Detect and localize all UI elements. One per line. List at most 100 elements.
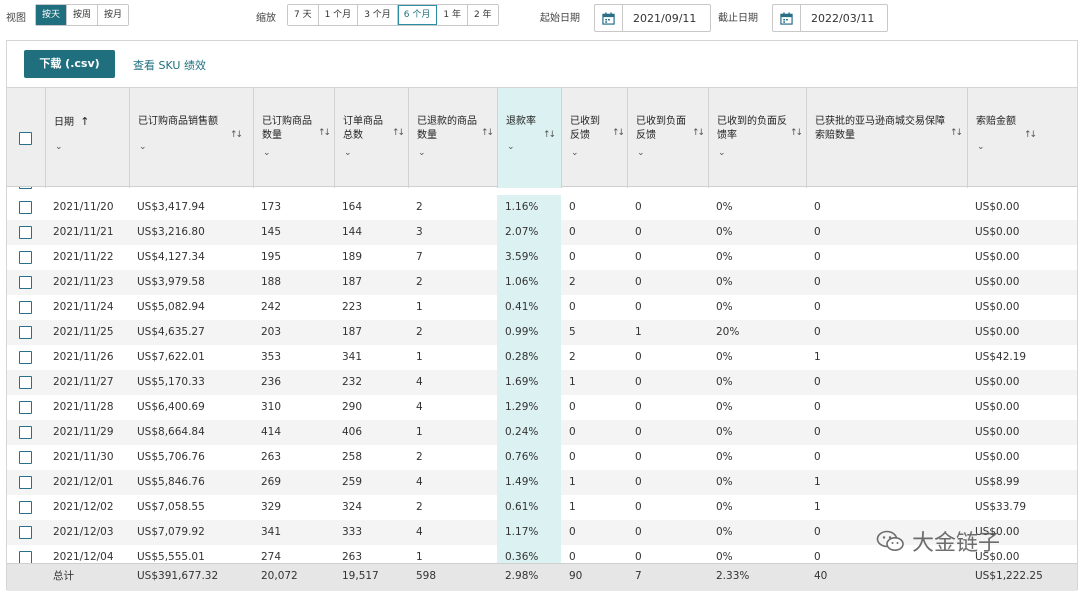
header-claims[interactable]: 已获批的亚马逊商城交易保障索赔数量 ↑↓ — [806, 88, 967, 188]
end-date-field[interactable]: 2022/03/11 — [772, 4, 888, 32]
cell-claims: 1 — [814, 476, 821, 488]
sku-performance-link[interactable]: 查看 SKU 绩效 — [133, 57, 206, 73]
zoom-option-2y[interactable]: 2 年 — [467, 5, 498, 25]
cell-claims: 0 — [814, 326, 821, 338]
row-checkbox[interactable] — [19, 401, 32, 414]
cell-neg-feedback: 0 — [635, 426, 642, 438]
row-checkbox[interactable] — [19, 276, 32, 289]
zoom-option-6m[interactable]: 6 个月 — [397, 5, 438, 25]
row-checkbox[interactable] — [19, 201, 32, 214]
sort-icon[interactable]: ↑↓ — [950, 126, 963, 140]
cell-feedback: 1 — [569, 501, 576, 513]
header-refund-units[interactable]: 已退款的商品数量 ↑↓ ⌄ — [408, 88, 497, 188]
header-sales[interactable]: 已订购商品销售额 ↑↓ ⌄ — [129, 88, 253, 188]
zoom-option-3m[interactable]: 3 个月 — [358, 5, 398, 25]
table-body: 2021/11/20 US$3,417.94 173 164 2 1.16% 0 0 0% 0 US… — [7, 187, 1077, 563]
chevron-down-icon[interactable]: ⌄ — [571, 146, 579, 160]
cell-orders: 232 — [342, 376, 363, 388]
table-row[interactable]: 2021/11/29 US$8,664.84 414 406 1 0.24% 0 0 0% 0 US… — [7, 420, 1077, 445]
chevron-down-icon[interactable]: ⌄ — [139, 140, 147, 154]
table-row[interactable] — [7, 187, 1077, 195]
cell-sales: US$5,082.94 — [137, 301, 205, 313]
header-feedback[interactable]: 已收到反馈 ↑↓ ⌄ — [561, 88, 627, 188]
start-date-field[interactable]: 2021/09/11 — [594, 4, 711, 32]
cell-feedback: 2 — [569, 351, 576, 363]
chevron-down-icon[interactable]: ⌄ — [718, 146, 726, 160]
header-units[interactable]: 已订购商品数量 ↑↓ ⌄ — [253, 88, 334, 188]
table-row[interactable]: 2021/12/01 US$5,846.76 269 259 4 1.49% 1 0 0% 1 US… — [7, 470, 1077, 495]
sort-icon[interactable]: ↑↓ — [1024, 128, 1037, 142]
table-totals-row: 总计 US$391,677.32 20,072 19,517 598 2.98% 90 7 2.… — [7, 563, 1077, 591]
sort-icon[interactable]: ↑↓ — [612, 126, 625, 140]
header-claim-amount[interactable]: 索赔金额 ↑↓ ⌄ — [967, 88, 1077, 188]
row-checkbox[interactable] — [19, 426, 32, 439]
row-checkbox[interactable] — [19, 376, 32, 389]
row-checkbox[interactable] — [19, 451, 32, 464]
sort-up-icon[interactable]: ↑ — [80, 115, 89, 128]
table-row[interactable]: 2021/11/28 US$6,400.69 310 290 4 1.29% 0 0 0% 0 US… — [7, 395, 1077, 420]
cell-neg-rate: 0% — [716, 226, 733, 238]
chevron-down-icon[interactable]: ⌄ — [263, 146, 271, 160]
row-checkbox[interactable] — [19, 476, 32, 489]
totals-label: 总计 — [53, 570, 74, 582]
sort-icon[interactable]: ↑↓ — [543, 128, 556, 142]
chevron-down-icon[interactable]: ⌄ — [637, 146, 645, 160]
header-date[interactable]: 日期 ↑ ⌄ — [45, 88, 129, 188]
row-checkbox[interactable] — [19, 326, 32, 339]
row-checkbox[interactable] — [19, 187, 32, 189]
sort-icon[interactable]: ↑↓ — [692, 126, 705, 140]
table-row[interactable]: 2021/11/24 US$5,082.94 242 223 1 0.41% 0 0 0% 0 US… — [7, 295, 1077, 320]
cell-units: 195 — [261, 251, 282, 263]
sort-icon[interactable]: ↑↓ — [230, 128, 243, 142]
header-neg-feedback[interactable]: 已收到负面反馈 ↑↓ ⌄ — [627, 88, 708, 188]
sort-icon[interactable]: ↑↓ — [790, 126, 803, 140]
row-checkbox[interactable] — [19, 351, 32, 364]
table-row[interactable]: 2021/11/21 US$3,216.80 145 144 3 2.07% 0 0 0% 0 US… — [7, 220, 1077, 245]
table-row[interactable]: 2021/11/27 US$5,170.33 236 232 4 1.69% 1 0 0% 0 US… — [7, 370, 1077, 395]
chevron-down-icon[interactable]: ⌄ — [977, 140, 985, 154]
table-row[interactable]: 2021/11/22 US$4,127.34 195 189 7 3.59% 0 0 0% 0 US… — [7, 245, 1077, 270]
cell-neg-feedback: 0 — [635, 401, 642, 413]
chevron-down-icon[interactable]: ⌄ — [418, 146, 426, 160]
sort-icon[interactable]: ↑↓ — [392, 126, 405, 140]
row-checkbox[interactable] — [19, 226, 32, 239]
table-row[interactable]: 2021/11/20 US$3,417.94 173 164 2 1.16% 0 0 0% 0 US… — [7, 195, 1077, 220]
chevron-down-icon[interactable]: ⌄ — [344, 146, 352, 160]
cell-units: 236 — [261, 376, 282, 388]
row-checkbox[interactable] — [19, 551, 32, 563]
select-all-checkbox[interactable] — [19, 132, 32, 145]
sort-icon[interactable]: ↑↓ — [318, 126, 331, 140]
header-neg-rate[interactable]: 已收到的负面反馈率 ↑↓ ⌄ — [708, 88, 806, 188]
row-checkbox[interactable] — [19, 251, 32, 264]
header-refund-rate[interactable]: 退款率 ↑↓ ⌄ — [497, 88, 561, 188]
zoom-option-1y[interactable]: 1 年 — [437, 5, 468, 25]
row-checkbox[interactable] — [19, 301, 32, 314]
cell-refund-rate: 1.17% — [497, 520, 561, 545]
row-checkbox[interactable] — [19, 526, 32, 539]
cell-neg-rate: 0% — [716, 251, 733, 263]
calendar-icon[interactable] — [773, 5, 801, 31]
row-checkbox[interactable] — [19, 501, 32, 514]
download-csv-button[interactable]: 下载 (.csv) — [24, 50, 115, 78]
cell-refund-units: 4 — [416, 526, 423, 538]
zoom-option-7d[interactable]: 7 天 — [288, 5, 319, 25]
view-option-month[interactable]: 按月 — [98, 5, 129, 25]
view-option-week[interactable]: 按周 — [67, 5, 99, 25]
cell-refund-rate: 1.29% — [497, 395, 561, 420]
table-row[interactable]: 2021/12/02 US$7,058.55 329 324 2 0.61% 1 0 0% 1 US… — [7, 495, 1077, 520]
sort-icon[interactable]: ↑↓ — [481, 126, 494, 140]
chevron-down-icon[interactable]: ⌄ — [507, 140, 515, 154]
table-row[interactable]: 2021/11/23 US$3,979.58 188 187 2 1.06% 2 0 0% 0 US… — [7, 270, 1077, 295]
cell-claim-amount: US$0.00 — [975, 201, 1020, 213]
header-orders[interactable]: 订单商品总数 ↑↓ ⌄ — [334, 88, 408, 188]
table-row[interactable]: 2021/11/26 US$7,622.01 353 341 1 0.28% 2 0 0% 1 US… — [7, 345, 1077, 370]
table-row[interactable]: 2021/11/30 US$5,706.76 263 258 2 0.76% 0 0 0% 0 US… — [7, 445, 1077, 470]
header-units-label: 已订购商品数量 — [262, 116, 312, 141]
cell-sales: US$7,058.55 — [137, 501, 205, 513]
cell-neg-feedback: 0 — [635, 351, 642, 363]
table-row[interactable]: 2021/11/25 US$4,635.27 203 187 2 0.99% 5 1 20% 0 U… — [7, 320, 1077, 345]
calendar-icon[interactable] — [595, 5, 623, 31]
zoom-option-1m[interactable]: 1 个月 — [318, 5, 359, 25]
chevron-down-icon[interactable]: ⌄ — [55, 140, 63, 154]
view-option-day[interactable]: 按天 — [36, 5, 68, 25]
